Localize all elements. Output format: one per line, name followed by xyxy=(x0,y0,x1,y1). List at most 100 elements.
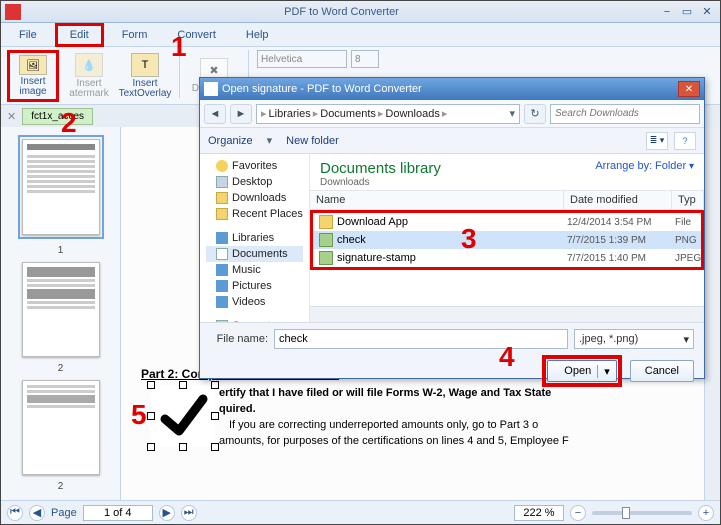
zoom-in-button[interactable]: + xyxy=(698,505,714,521)
callout-4: 4 xyxy=(499,341,515,373)
insert-watermark-label: Insert atermark xyxy=(66,79,112,99)
sidebar-favorites[interactable]: Favorites xyxy=(206,158,303,174)
insert-textoverlay-icon: T xyxy=(131,53,159,77)
page-first-button[interactable]: ⏮ xyxy=(7,505,23,521)
document-tab[interactable]: fct1x_acces xyxy=(22,108,93,125)
sidebar-recent[interactable]: Recent Places xyxy=(206,206,303,222)
callout-2: 2 xyxy=(61,107,77,139)
menu-file[interactable]: File xyxy=(7,26,49,44)
crumb-dropdown-icon[interactable]: ▾ xyxy=(509,107,515,120)
doc-note-1: If you are correcting underreported amou… xyxy=(229,419,538,431)
folder-icon xyxy=(319,215,333,229)
file-name-label: File name: xyxy=(210,333,268,345)
page-last-button[interactable]: ⏭ xyxy=(181,505,197,521)
zoom-field[interactable] xyxy=(514,505,564,521)
zoom-slider[interactable] xyxy=(592,511,692,515)
insert-textoverlay-label: Insert TextOverlay xyxy=(119,79,172,99)
font-name-input[interactable] xyxy=(257,50,347,68)
vertical-scrollbar[interactable] xyxy=(704,127,720,500)
check-icon xyxy=(151,385,215,447)
col-type[interactable]: Typ xyxy=(672,191,704,209)
thumb-label-2: 2 xyxy=(58,363,64,374)
new-folder-button[interactable]: New folder xyxy=(286,135,339,147)
sidebar-documents[interactable]: Documents xyxy=(206,246,303,262)
sidebar-videos[interactable]: Videos xyxy=(206,294,303,310)
insert-image-button[interactable]: 🖼 Insert image xyxy=(7,50,59,102)
file-list: Download App 12/4/2014 3:54 PMFile check… xyxy=(310,210,704,306)
file-row[interactable]: check 7/7/2015 1:39 PMPNG xyxy=(313,231,701,249)
zoom-out-button[interactable]: − xyxy=(570,505,586,521)
tab-close-icon[interactable]: ✕ xyxy=(7,110,16,123)
window-title: PDF to Word Converter xyxy=(25,6,658,18)
inserted-check-image[interactable] xyxy=(151,385,215,447)
font-size-input[interactable] xyxy=(351,50,379,68)
column-headers[interactable]: Name Date modified Typ xyxy=(310,190,704,210)
arrange-by[interactable]: Arrange by: Folder ▾ xyxy=(595,160,694,172)
page-next-button[interactable]: ▶ xyxy=(159,505,175,521)
crumb-1[interactable]: Documents xyxy=(320,108,376,120)
col-date[interactable]: Date modified xyxy=(564,191,672,209)
col-name[interactable]: Name xyxy=(310,191,564,209)
sidebar-desktop[interactable]: Desktop xyxy=(206,174,303,190)
window-buttons: − ▭ ✕ xyxy=(658,5,716,19)
crumb-0[interactable]: Libraries xyxy=(269,108,311,120)
insert-watermark-button[interactable]: 💧 Insert atermark xyxy=(63,50,115,102)
file-row[interactable]: signature-stamp 7/7/2015 1:40 PMJPEG xyxy=(313,249,701,267)
nav-back-button[interactable]: ◄ xyxy=(204,104,226,124)
sidebar-music[interactable]: Music xyxy=(206,262,303,278)
open-button[interactable]: Open▾ xyxy=(547,360,616,382)
dialog-close-button[interactable]: ✕ xyxy=(678,81,700,97)
menu-help[interactable]: Help xyxy=(234,26,281,44)
statusbar: ⏮ ◀ Page ▶ ⏭ − + xyxy=(1,500,720,524)
callout-3: 3 xyxy=(461,223,477,255)
maximize-button[interactable]: ▭ xyxy=(678,5,696,19)
dialog-body: Favorites Desktop Downloads Recent Place… xyxy=(200,154,704,322)
doc-cert-tail: quired. xyxy=(219,403,256,415)
file-row[interactable]: Download App 12/4/2014 3:54 PMFile xyxy=(313,213,701,231)
horizontal-scrollbar[interactable] xyxy=(310,306,704,322)
insert-watermark-icon: 💧 xyxy=(75,53,103,77)
crumb-2[interactable]: Downloads xyxy=(385,108,439,120)
dialog-main: Arrange by: Folder ▾ Documents library D… xyxy=(310,154,704,322)
page-prev-button[interactable]: ◀ xyxy=(29,505,45,521)
file-name-input[interactable] xyxy=(274,329,568,349)
view-mode-button[interactable]: ≣ ▾ xyxy=(646,132,668,150)
thumb-page-2[interactable] xyxy=(22,262,100,357)
menu-form[interactable]: Form xyxy=(110,26,160,44)
insert-textoverlay-button[interactable]: T Insert TextOverlay xyxy=(119,50,171,102)
thumb-selected[interactable] xyxy=(18,135,104,239)
help-icon[interactable]: ? xyxy=(674,132,696,150)
dialog-toolbar: Organize▾ New folder ≣ ▾ ? xyxy=(200,128,704,154)
organize-button[interactable]: Organize xyxy=(208,135,253,147)
dialog-header: Arrange by: Folder ▾ Documents library D… xyxy=(310,154,704,190)
minimize-button[interactable]: − xyxy=(658,5,676,19)
dialog-title: Open signature - PDF to Word Converter xyxy=(222,83,678,95)
dialog-icon xyxy=(204,82,218,96)
dialog-titlebar: Open signature - PDF to Word Converter ✕ xyxy=(200,78,704,100)
library-subtitle: Downloads xyxy=(320,177,694,188)
dialog-nav: ◄ ► ▸ Libraries▸ Documents▸ Downloads▸ ▾… xyxy=(200,100,704,128)
dialog-sidebar: Favorites Desktop Downloads Recent Place… xyxy=(200,154,310,322)
nav-refresh-button[interactable]: ↻ xyxy=(524,104,546,124)
close-button[interactable]: ✕ xyxy=(698,5,716,19)
thumb-page-1[interactable] xyxy=(22,139,100,235)
dialog-footer: File name: .jpeg, *.png)▾ Open▾ Cancel xyxy=(200,322,704,378)
sidebar-downloads[interactable]: Downloads xyxy=(206,190,303,206)
search-input[interactable] xyxy=(550,104,700,124)
thumbnail-panel: 1 2 2 xyxy=(1,127,121,500)
sidebar-pictures[interactable]: Pictures xyxy=(206,278,303,294)
nav-forward-button[interactable]: ► xyxy=(230,104,252,124)
breadcrumb[interactable]: ▸ Libraries▸ Documents▸ Downloads▸ ▾ xyxy=(256,104,520,124)
page-field[interactable] xyxy=(83,505,153,521)
file-highlight-box: Download App 12/4/2014 3:54 PMFile check… xyxy=(310,210,704,270)
file-filter-dropdown[interactable]: .jpeg, *.png)▾ xyxy=(574,329,694,349)
cancel-button[interactable]: Cancel xyxy=(630,360,694,382)
menu-edit[interactable]: Edit xyxy=(55,23,104,47)
menubar: File Edit Form Convert Help xyxy=(1,23,720,47)
insert-image-icon: 🖼 xyxy=(19,55,47,75)
sidebar-libraries[interactable]: Libraries xyxy=(206,230,303,246)
doc-body: ertify that I have filed or will file Fo… xyxy=(141,385,704,449)
thumb-label-3: 2 xyxy=(58,481,64,492)
thumb-page-3[interactable] xyxy=(22,380,100,475)
doc-note-2: amounts, for purposes of the certificati… xyxy=(219,435,569,447)
